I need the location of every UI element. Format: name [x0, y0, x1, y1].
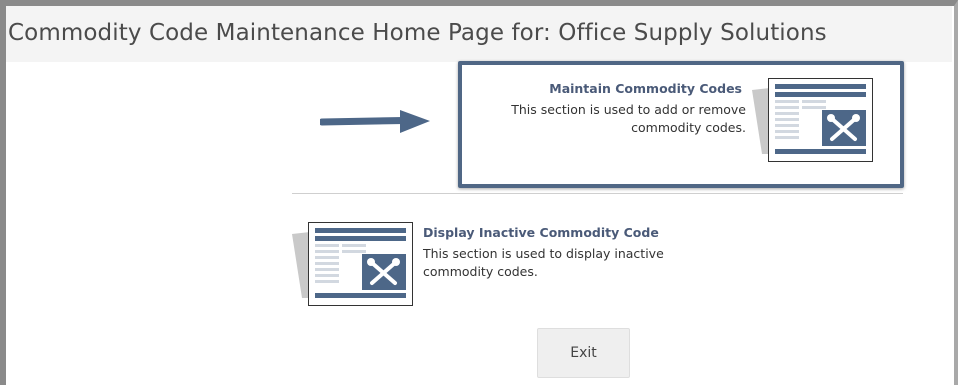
- page-header: Commodity Code Maintenance Home Page for…: [6, 6, 952, 62]
- maintenance-tools-icon[interactable]: [752, 78, 874, 162]
- maintain-commodity-codes-description: This section is used to add or remove co…: [511, 102, 746, 135]
- display-inactive-commodity-code-description: This section is used to display inactive…: [423, 246, 664, 279]
- callout-arrow-icon: [320, 110, 430, 133]
- exit-button[interactable]: Exit: [537, 328, 630, 378]
- maintenance-tools-icon[interactable]: [292, 222, 414, 306]
- maintain-commodity-codes-link[interactable]: Maintain Commodity Codes: [470, 81, 742, 96]
- page-title: Commodity Code Maintenance Home Page for…: [8, 20, 827, 46]
- section-divider: [292, 193, 903, 194]
- display-inactive-commodity-code-link[interactable]: Display Inactive Commodity Code: [423, 225, 659, 240]
